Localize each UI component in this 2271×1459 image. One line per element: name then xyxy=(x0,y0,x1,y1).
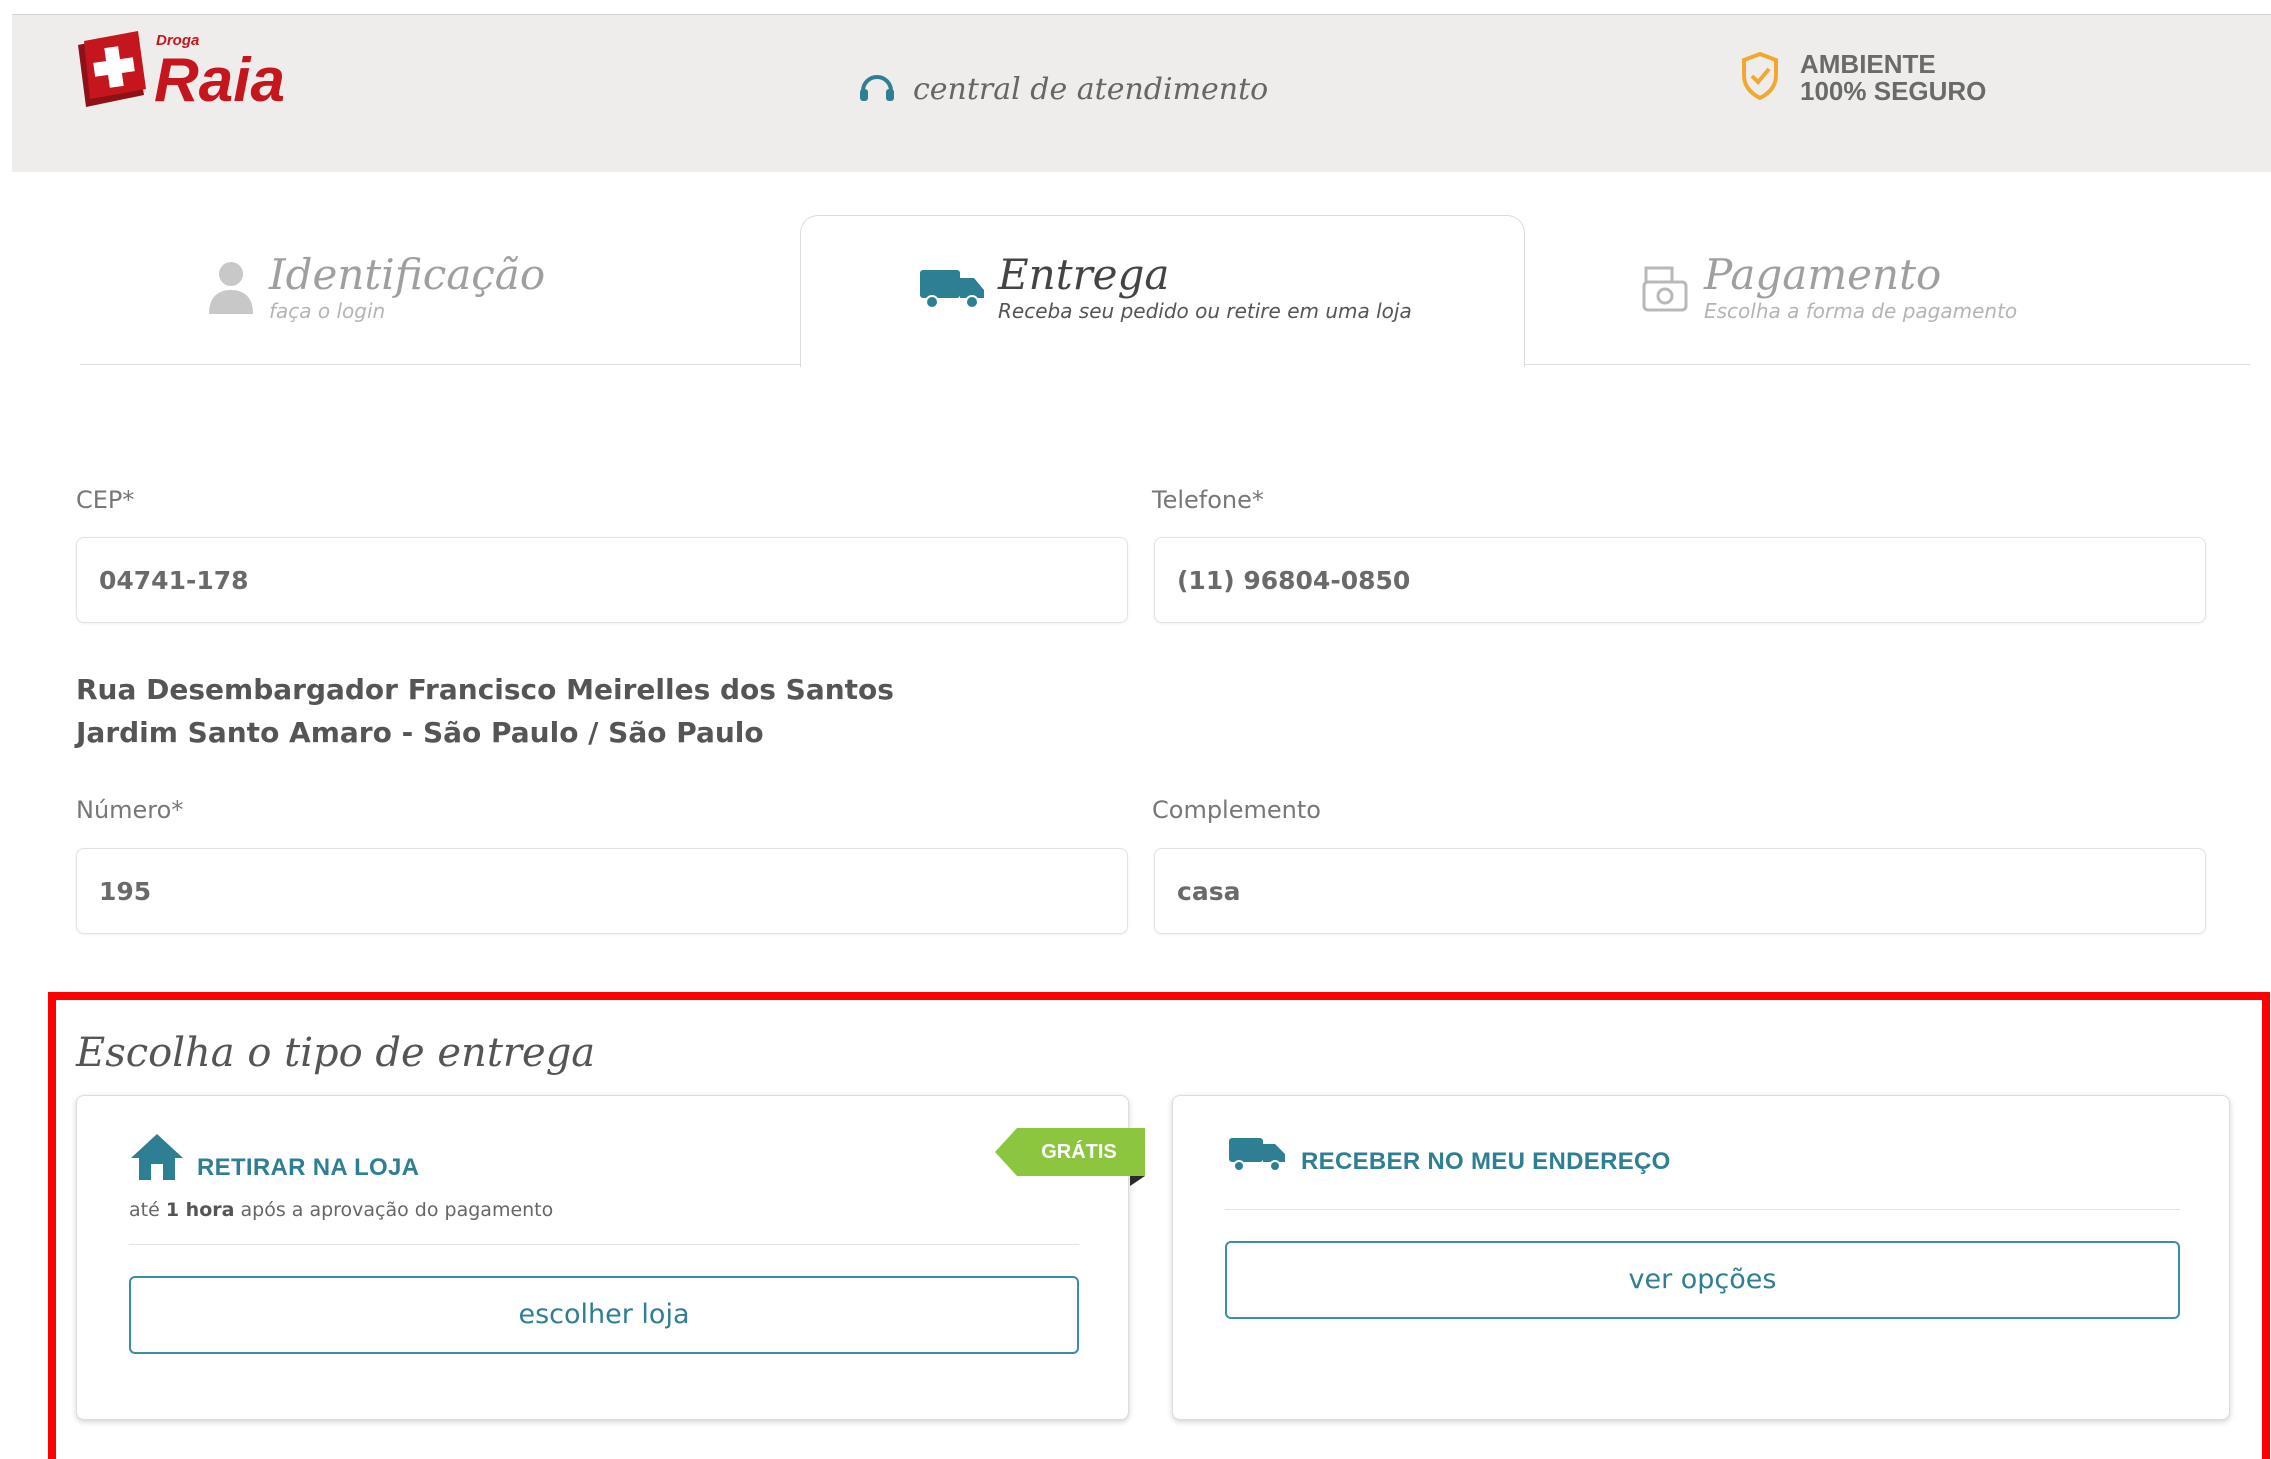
step-subtitle: Receba seu pedido ou retire em uma loja xyxy=(998,299,1412,323)
step-title: Entrega xyxy=(998,250,1170,299)
home-divider xyxy=(1225,1209,2180,1210)
pickup-option-card[interactable]: RETIRAR NA LOJA até 1 hora após a aprova… xyxy=(76,1095,1129,1420)
delivery-type-title: Escolha o tipo de entrega xyxy=(76,1030,596,1076)
user-icon xyxy=(205,256,257,320)
pickup-divider xyxy=(129,1244,1079,1245)
complement-input[interactable]: casa xyxy=(1154,848,2206,934)
view-options-button[interactable]: ver opções xyxy=(1225,1241,2180,1319)
home-delivery-option-card[interactable]: RECEBER NO MEU ENDEREÇO ver opções xyxy=(1172,1095,2230,1420)
home-delivery-title: RECEBER NO MEU ENDEREÇO xyxy=(1301,1148,1671,1175)
headset-icon xyxy=(857,67,897,111)
cep-label: CEP* xyxy=(76,486,135,514)
number-input[interactable]: 195 xyxy=(76,848,1128,934)
secure-environment-badge: AMBIENTE 100% SEGURO xyxy=(1740,51,1986,105)
step-pagamento[interactable]: Pagamento Escolha a forma de pagamento xyxy=(1640,252,2017,324)
number-label: Número* xyxy=(76,796,184,824)
secure-line-2: 100% SEGURO xyxy=(1800,76,1987,106)
phone-label: Telefone* xyxy=(1152,486,1264,514)
svg-text:Raia: Raia xyxy=(154,46,285,115)
address-line-1: Rua Desembargador Francisco Meirelles do… xyxy=(76,673,894,706)
step-title: Identificação xyxy=(269,250,546,299)
cep-input[interactable]: 04741-178 xyxy=(76,537,1128,623)
customer-support-link[interactable]: central de atendimento xyxy=(857,67,1268,111)
address-text: Rua Desembargador Francisco Meirelles do… xyxy=(76,668,894,754)
step-title: Pagamento xyxy=(1704,250,1942,299)
phone-input[interactable]: (11) 96804-0850 xyxy=(1154,537,2206,623)
pickup-subtitle: até 1 hora após a aprovação do pagamento xyxy=(129,1199,554,1221)
address-line-2: Jardim Santo Amaro - São Paulo / São Pau… xyxy=(76,716,764,749)
choose-store-button[interactable]: escolher loja xyxy=(129,1276,1079,1354)
money-icon xyxy=(1640,264,1692,320)
delivery-truck-icon xyxy=(918,266,986,314)
step-identificacao[interactable]: Identificação faça o login xyxy=(205,252,545,324)
badge-fold xyxy=(1130,1176,1145,1186)
step-subtitle: Escolha a forma de pagamento xyxy=(1704,299,2018,323)
step-subtitle: faça o login xyxy=(269,299,386,323)
pickup-title: RETIRAR NA LOJA xyxy=(197,1154,420,1181)
step-entrega[interactable]: Entrega Receba seu pedido ou retire em u… xyxy=(918,252,1412,324)
secure-line-1: AMBIENTE xyxy=(1800,49,1936,79)
droga-raia-logo[interactable]: Droga Raia xyxy=(74,25,334,115)
header-bar: Droga Raia central de atendimento AMBIEN… xyxy=(12,14,2271,172)
shield-check-icon xyxy=(1740,51,1780,105)
house-icon xyxy=(129,1132,185,1186)
support-text: central de atendimento xyxy=(913,71,1269,107)
delivery-truck-icon xyxy=(1227,1134,1287,1178)
free-badge: GRÁTIS xyxy=(995,1128,1145,1176)
complement-label: Complemento xyxy=(1152,796,1321,824)
